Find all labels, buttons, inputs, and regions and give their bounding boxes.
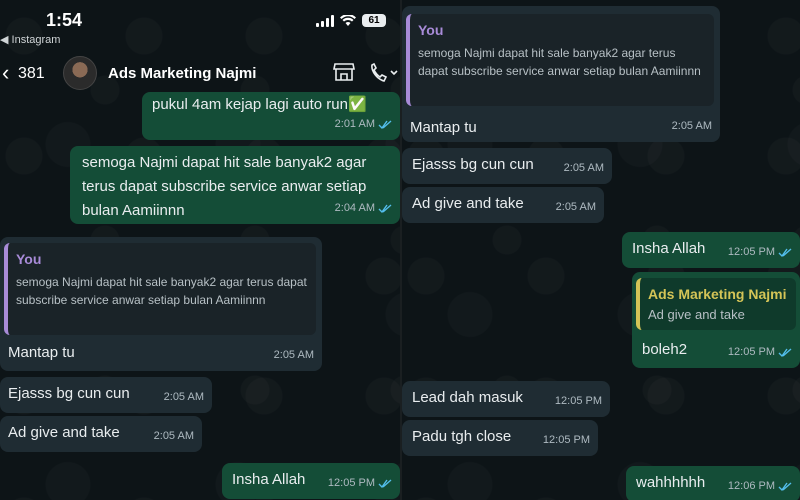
message-time: 2:05 AM (163, 391, 204, 403)
call-icon[interactable] (368, 62, 398, 84)
message-time: 2:05 AM (153, 430, 194, 442)
message-text: Padu tgh close (412, 428, 512, 445)
message-text: Insha Allah (632, 240, 706, 257)
message-incoming-reply[interactable]: You semoga Najmi dapat hit sale banyak2 … (402, 6, 720, 142)
message-outgoing[interactable]: pukul 4am kejap lagi auto run✅ 2:01 AM (142, 92, 400, 140)
message-time: 2:04 AM (334, 202, 375, 214)
message-time: 12:05 PM (327, 477, 375, 489)
message-text: Lead dah masuk (412, 389, 523, 406)
message-text: Ejasss bg cun cun (8, 385, 130, 402)
signal-icon (316, 14, 334, 27)
right-screenshot: You semoga Najmi dapat hit sale banyak2 … (402, 0, 800, 500)
message-text: Ad give and take (412, 195, 524, 212)
message-outgoing-reply[interactable]: Ads Marketing Najmi Ad give and take bol… (632, 272, 800, 368)
left-screenshot: 1:54 ◀ Instagram 61 ‹ 381 Ads Marketing … (0, 0, 400, 500)
store-icon[interactable] (333, 62, 355, 82)
message-time: 2:05 AM (671, 120, 712, 132)
message-incoming[interactable]: Ejasss bg cun cun 2:05 AM (0, 377, 212, 413)
message-time: 2:05 AM (563, 162, 604, 174)
read-tick-icon (378, 478, 392, 488)
read-tick-icon (378, 119, 392, 129)
quoted-message[interactable]: You semoga Najmi dapat hit sale banyak2 … (4, 243, 316, 335)
quote-text: semoga Najmi dapat hit sale banyak2 agar… (418, 46, 701, 78)
message-text: Ad give and take (8, 424, 120, 441)
message-time: 2:01 AM (334, 118, 375, 130)
message-text: boleh2 (642, 341, 688, 358)
contact-name[interactable]: Ads Marketing Najmi (108, 65, 256, 82)
message-time: 12:05 PM (554, 395, 602, 407)
message-incoming[interactable]: Ad give and take 2:05 AM (0, 416, 202, 452)
message-outgoing[interactable]: Insha Allah 12:05 PM (222, 463, 400, 499)
message-time: 2:05 AM (555, 201, 596, 213)
message-time: 2:05 AM (273, 349, 314, 361)
message-incoming[interactable]: Ejasss bg cun cun 2:05 AM (402, 148, 612, 184)
avatar[interactable] (63, 56, 97, 90)
message-text: Ejasss bg cun cun (412, 156, 534, 173)
message-incoming[interactable]: Ad give and take 2:05 AM (402, 187, 604, 223)
message-time: 12:05 PM (727, 346, 775, 358)
wifi-icon (340, 14, 356, 26)
status-time: 1:54 (46, 10, 83, 30)
back-to-app-label[interactable]: ◀ Instagram (0, 33, 60, 46)
quote-author: You (418, 22, 444, 38)
message-incoming-reply[interactable]: You semoga Najmi dapat hit sale banyak2 … (0, 237, 322, 371)
message-outgoing[interactable]: semoga Najmi dapat hit sale banyak2 agar… (70, 146, 400, 224)
message-text: pukul 4am kejap lagi auto run✅ (152, 96, 367, 113)
message-incoming[interactable]: Lead dah masuk 12:05 PM (402, 381, 610, 417)
message-time: 12:05 PM (542, 434, 590, 446)
read-tick-icon (778, 481, 792, 491)
message-outgoing[interactable]: Insha Allah 12:05 PM (622, 232, 800, 268)
quote-author: You (16, 251, 42, 267)
message-outgoing[interactable]: wahhhhhh 12:06 PM (626, 466, 800, 500)
message-incoming[interactable]: Padu tgh close 12:05 PM (402, 420, 598, 456)
quote-text: Ad give and take (648, 307, 745, 322)
unread-count[interactable]: 381 (18, 65, 45, 83)
status-icons: 61 (316, 14, 386, 27)
message-time: 12:06 PM (727, 480, 775, 492)
message-text: Mantap tu (410, 119, 477, 136)
battery-indicator: 61 (362, 14, 386, 27)
read-tick-icon (378, 203, 392, 213)
quoted-message[interactable]: You semoga Najmi dapat hit sale banyak2 … (406, 14, 714, 106)
message-text: Mantap tu (8, 344, 75, 361)
message-text: wahhhhhh (636, 474, 706, 491)
back-arrow-icon[interactable]: ‹ (2, 62, 9, 84)
quote-text: semoga Najmi dapat hit sale banyak2 agar… (16, 275, 307, 307)
message-text: Insha Allah (232, 471, 306, 488)
quote-author: Ads Marketing Najmi (648, 286, 787, 302)
read-tick-icon (778, 247, 792, 257)
quoted-message[interactable]: Ads Marketing Najmi Ad give and take (636, 278, 796, 330)
read-tick-icon (778, 347, 792, 357)
chat-header: ‹ 381 Ads Marketing Najmi (0, 52, 400, 96)
message-time: 12:05 PM (727, 246, 775, 258)
